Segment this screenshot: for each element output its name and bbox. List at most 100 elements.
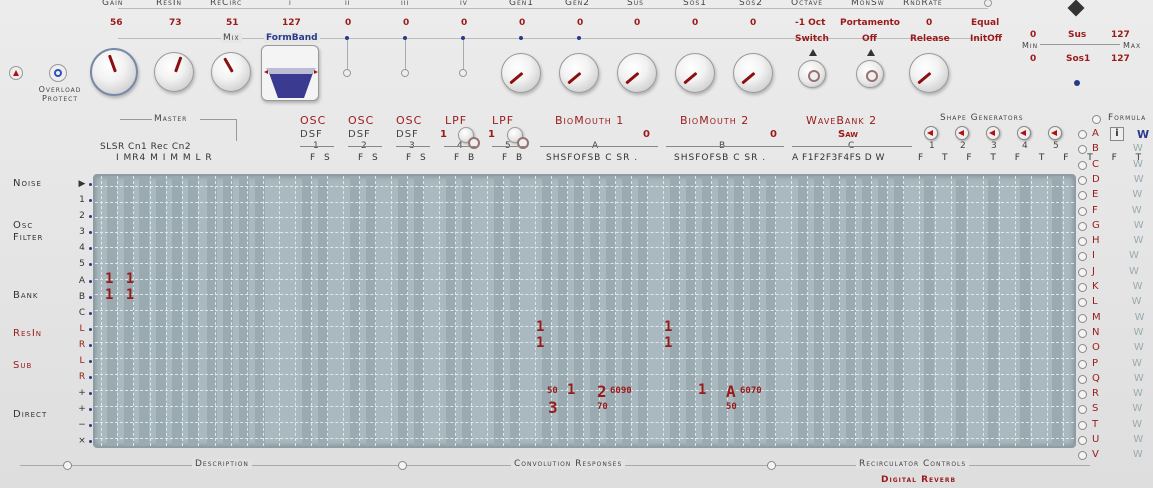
resin-l-value-1[interactable]: 1 bbox=[536, 319, 544, 335]
monsw-up-arrow[interactable] bbox=[867, 49, 875, 56]
formula-item-v[interactable]: VW bbox=[1092, 449, 1143, 460]
grid-row-line bbox=[95, 310, 1074, 311]
formula-item-n[interactable]: NW bbox=[1092, 327, 1143, 338]
routing-matrix[interactable]: 1 1 1 1 1 1 1 1 50 1 2 6090 3 70 1 A 607… bbox=[93, 174, 1076, 448]
formula-slot-circle[interactable] bbox=[1078, 252, 1087, 262]
formula-slot-circle[interactable] bbox=[1078, 359, 1087, 369]
resin-knob[interactable] bbox=[154, 52, 194, 92]
grid-col-line bbox=[150, 176, 151, 446]
formula-item-l[interactable]: LW bbox=[1092, 296, 1141, 307]
formula-item-p[interactable]: PW bbox=[1092, 358, 1142, 369]
direct-val-2[interactable]: 2 bbox=[597, 382, 607, 401]
formula-w-header[interactable]: W bbox=[1137, 128, 1149, 141]
direct-val-50b[interactable]: 50 bbox=[726, 402, 737, 412]
formula-item-k[interactable]: KW bbox=[1092, 281, 1142, 292]
formula-slot-circle[interactable] bbox=[1078, 374, 1087, 384]
formula-slot-circle[interactable] bbox=[1078, 313, 1087, 323]
direct-val-1b[interactable]: 1 bbox=[698, 382, 706, 398]
dsf2-label: DSF bbox=[348, 129, 371, 140]
direct-val-3[interactable]: 3 bbox=[548, 398, 558, 417]
formula-info-button[interactable]: i bbox=[1110, 127, 1124, 141]
iii-slider-ring[interactable] bbox=[401, 69, 409, 77]
release-knob[interactable] bbox=[909, 53, 949, 93]
sus-knob[interactable] bbox=[617, 53, 657, 93]
sg2-knob[interactable] bbox=[955, 126, 969, 140]
formula-item-r[interactable]: RW bbox=[1092, 388, 1143, 399]
convolution-circle[interactable] bbox=[398, 461, 407, 470]
octave-up-arrow[interactable] bbox=[809, 49, 817, 56]
formula-slot-circle[interactable] bbox=[1078, 344, 1087, 354]
octave-switch-knob[interactable] bbox=[798, 60, 826, 88]
direct-val-6090[interactable]: 6090 bbox=[610, 386, 632, 396]
sos1-knob[interactable] bbox=[675, 53, 715, 93]
formula-slot-circle[interactable] bbox=[1078, 390, 1087, 400]
formula-slot-circle[interactable] bbox=[1078, 283, 1087, 292]
formula-item-m[interactable]: MW bbox=[1092, 312, 1145, 323]
formula-item-j[interactable]: JW bbox=[1092, 266, 1139, 277]
formula-item-f[interactable]: FW bbox=[1092, 205, 1142, 216]
direct-val-1[interactable]: 1 bbox=[567, 382, 575, 398]
formula-slot-circle[interactable] bbox=[1078, 206, 1087, 216]
formula-item-d[interactable]: DW bbox=[1092, 174, 1144, 185]
ii-slider-ring[interactable] bbox=[343, 69, 351, 77]
formula-item-s[interactable]: SW bbox=[1092, 403, 1142, 414]
formula-slot-circle[interactable] bbox=[1078, 160, 1087, 170]
formula-item-t[interactable]: TW bbox=[1092, 419, 1142, 430]
overload-toggle[interactable] bbox=[49, 64, 67, 82]
bank-a-value[interactable]: 1 1 bbox=[105, 271, 136, 287]
formula-item-c[interactable]: CW bbox=[1092, 159, 1143, 170]
monsw-switch-knob[interactable] bbox=[856, 60, 884, 88]
sg3-knob[interactable] bbox=[986, 126, 1000, 140]
formula-item-o[interactable]: OW bbox=[1092, 342, 1144, 353]
gen2-knob[interactable] bbox=[559, 53, 599, 93]
formula-item-i[interactable]: IW bbox=[1092, 250, 1139, 261]
sos2-knob[interactable] bbox=[733, 53, 773, 93]
formula-slot-circle[interactable] bbox=[1078, 328, 1087, 338]
formula-item-h[interactable]: HW bbox=[1092, 235, 1143, 246]
sg1-knob[interactable] bbox=[924, 126, 938, 140]
direct-val-70[interactable]: 70 bbox=[597, 402, 608, 412]
range-dot[interactable] bbox=[1074, 80, 1080, 86]
recirc-knob[interactable] bbox=[211, 52, 251, 92]
row-key: 1 bbox=[79, 195, 85, 205]
formula-slot-circle[interactable] bbox=[1078, 191, 1087, 201]
formula-slot-circle[interactable] bbox=[1078, 175, 1087, 185]
formula-slot-circle[interactable] bbox=[1078, 267, 1087, 277]
formula-item-a[interactable]: A bbox=[1092, 128, 1099, 139]
formula-w-label: W bbox=[1131, 204, 1142, 216]
formula-slot-circle[interactable] bbox=[1078, 405, 1087, 415]
formula-slot-circle[interactable] bbox=[1078, 451, 1087, 461]
diamond-icon[interactable] bbox=[1067, 0, 1085, 17]
formula-item-u[interactable]: UW bbox=[1092, 434, 1143, 445]
formula-item-q[interactable]: QW bbox=[1092, 373, 1144, 384]
direct-val-a[interactable]: A bbox=[726, 382, 736, 401]
bank-b-value[interactable]: 1 1 bbox=[105, 287, 136, 303]
resin-r-value-1[interactable]: 1 bbox=[536, 335, 544, 351]
iv-slider-ring[interactable] bbox=[459, 69, 467, 77]
gain-knob[interactable] bbox=[90, 48, 138, 96]
sg5-knob[interactable] bbox=[1048, 126, 1062, 140]
formula-slot-circle[interactable] bbox=[1078, 221, 1087, 231]
direct-val-6070[interactable]: 6070 bbox=[740, 386, 762, 396]
formula-circle[interactable] bbox=[1092, 115, 1101, 124]
recirc-circle[interactable] bbox=[767, 461, 776, 470]
top-end-ring[interactable] bbox=[984, 0, 992, 7]
grid-col-line bbox=[503, 176, 504, 446]
formula-slot-circle[interactable] bbox=[1078, 436, 1087, 445]
resin-l-value-2[interactable]: 1 bbox=[664, 319, 672, 335]
description-circle[interactable] bbox=[63, 461, 72, 470]
direct-val-50[interactable]: 50 bbox=[547, 386, 558, 396]
formula-slot-circle[interactable] bbox=[1078, 130, 1087, 139]
formula-item-b[interactable]: BW bbox=[1092, 143, 1143, 154]
overload-up-button[interactable] bbox=[9, 66, 23, 80]
formula-slot-circle[interactable] bbox=[1078, 237, 1087, 247]
formula-slot-circle[interactable] bbox=[1078, 420, 1087, 430]
formband-display[interactable] bbox=[261, 45, 319, 101]
sg4-knob[interactable] bbox=[1017, 126, 1031, 140]
formula-slot-circle[interactable] bbox=[1078, 298, 1087, 308]
formula-item-e[interactable]: EW bbox=[1092, 189, 1142, 200]
resin-r-value-2[interactable]: 1 bbox=[664, 335, 672, 351]
grid-col-line bbox=[615, 176, 616, 446]
formula-item-g[interactable]: GW bbox=[1092, 220, 1144, 231]
gen1-knob[interactable] bbox=[501, 53, 541, 93]
